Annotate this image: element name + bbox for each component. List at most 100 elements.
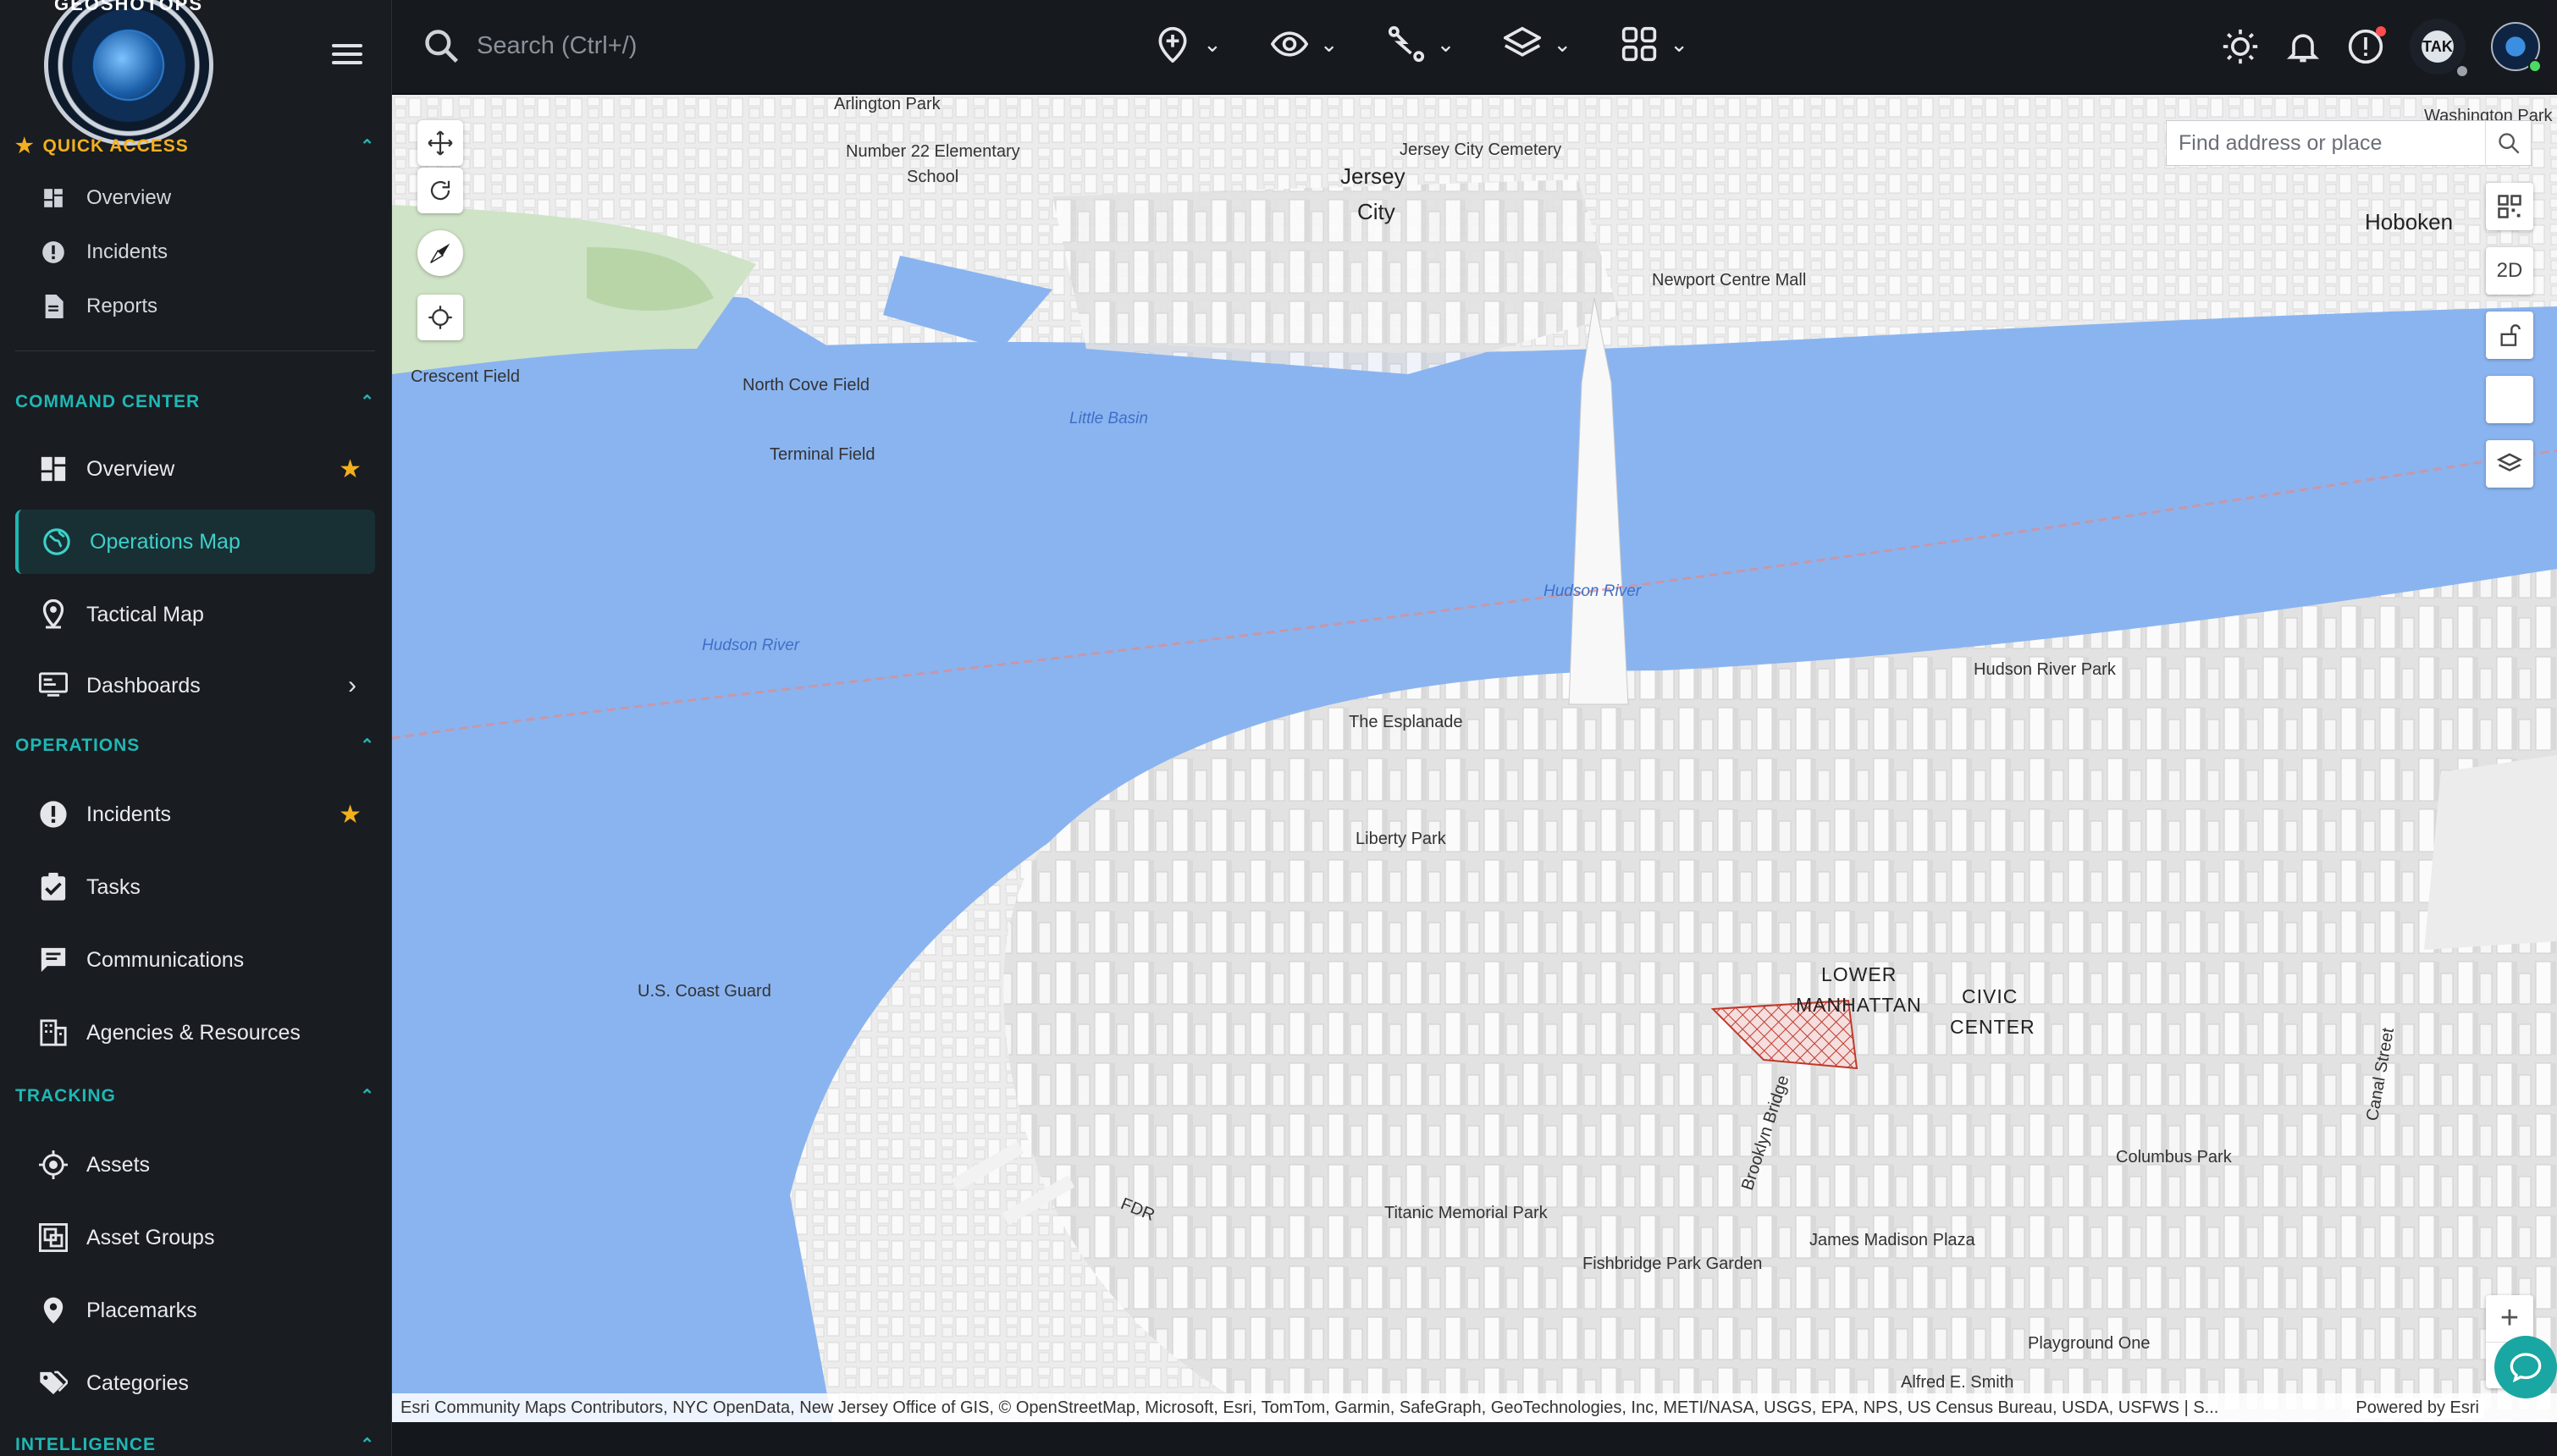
chevron-down-icon: ⌄ [1203,30,1222,57]
crosshair-icon [428,306,452,329]
map-label: CENTER [1950,1016,2035,1038]
crosshair-icon [39,1150,68,1179]
nav-dashboards[interactable]: Dashboards › [15,654,375,718]
tak-button[interactable]: TAK [2410,19,2469,78]
document-icon [39,292,68,321]
nav-label: Assets [86,1152,151,1177]
section-title: TRACKING [15,1085,116,1106]
unlock-button[interactable] [2486,312,2533,359]
message-icon [39,946,68,974]
find-address-input[interactable]: Find address or place [2166,120,2532,166]
chevron-up-icon[interactable]: ⌃ [360,391,375,412]
quick-item-overview[interactable]: Overview [15,173,375,223]
map-label: Hudson River [702,637,800,654]
map-label: Little Basin [1069,410,1148,427]
map-label: Jersey [1340,163,1406,189]
top-bar: Search (Ctrl+/) ⌄ ⌄ ⌄ ⌄ ⌄ TAK [392,0,2557,95]
menu-toggle-icon[interactable] [332,44,362,69]
nav-tactical-map[interactable]: Tactical Map [15,582,375,647]
layers-icon [2497,453,2522,472]
alerts-button[interactable] [2347,26,2386,65]
map-pin-icon [39,599,68,629]
route-tool[interactable]: ⌄ [1388,25,1455,63]
qr-code-button[interactable] [2486,183,2533,230]
section-title: OPERATIONS [15,735,141,755]
alert-circle-icon [39,238,68,267]
star-icon: ★ [15,135,35,157]
quick-item-reports[interactable]: Reports [15,281,375,332]
nav-label: Dashboards [86,673,201,698]
map-view[interactable]: Arlington Park Number 22 Elementary Scho… [392,95,2557,1422]
map-tools: ⌄ ⌄ ⌄ ⌄ ⌄ [1154,25,1688,63]
alert-circle-icon [39,800,68,829]
layers-tool[interactable]: ⌄ [1504,25,1571,63]
nav-label: Operations Map [90,529,240,554]
star-icon[interactable]: ★ [339,455,362,484]
nav-assets[interactable]: Assets [15,1133,375,1197]
map-label: Alfred E. Smith [1901,1373,2014,1392]
zoom-in-button[interactable]: + [2486,1295,2533,1342]
compass-button[interactable] [417,230,463,276]
brightness-icon[interactable] [2222,28,2259,65]
nav-incidents[interactable]: Incidents ★ [15,782,375,847]
chevron-down-icon: ⌄ [1436,30,1455,57]
app-logo[interactable]: GEOSHOTOPS [44,0,213,146]
avatar[interactable] [2491,22,2542,73]
locate-button[interactable] [417,295,463,340]
view-mode-toggle[interactable]: 2D [2486,247,2533,295]
nav-label: Communications [86,947,245,972]
star-icon[interactable]: ★ [339,800,362,830]
dashboard-icon [39,184,68,212]
chevron-up-icon[interactable]: ⌃ [360,1085,375,1106]
eye-icon [1270,31,1308,57]
global-search[interactable]: Search (Ctrl+/) [422,27,637,64]
map-label: Jersey City Cemetery [1400,141,1562,159]
map-label: MANHATTAN [1796,994,1922,1016]
tak-label: TAK [2422,37,2453,55]
apps-tool[interactable]: ⌄ [1621,25,1688,63]
map-label: Titanic Memorial Park [1384,1204,1548,1222]
nav-label: Agencies & Resources [86,1020,301,1045]
chevron-up-icon[interactable]: ⌃ [360,1434,375,1455]
map-label: Number 22 Elementary [846,142,1020,161]
globe-icon [95,31,163,99]
chevron-right-icon[interactable]: › [348,671,356,700]
intelligence-header[interactable]: INTELLIGENCE ⌃ [15,1434,375,1455]
pan-tool-button[interactable] [417,120,463,166]
tracking-header[interactable]: TRACKING ⌃ [15,1085,375,1106]
chevron-up-icon[interactable]: ⌃ [360,135,375,157]
search-icon [425,30,459,63]
find-search-button[interactable] [2485,120,2531,166]
map-label: U.S. Coast Guard [638,982,771,1001]
visibility-tool[interactable]: ⌄ [1270,25,1339,63]
add-location-tool[interactable]: ⌄ [1154,25,1222,63]
nav-communications[interactable]: Communications [15,928,375,992]
basemap-layers-button[interactable] [2486,440,2533,488]
quick-item-incidents[interactable]: Incidents [15,227,375,278]
quick-item-label: Reports [86,295,158,317]
find-placeholder: Find address or place [2179,130,2383,155]
online-status-indicator [2528,59,2542,73]
nav-placemarks[interactable]: Placemarks [15,1278,375,1343]
command-center-header[interactable]: COMMAND CENTER ⌃ [15,391,375,412]
dashboard-icon [39,455,68,483]
bell-icon[interactable] [2284,28,2322,65]
nav-tasks[interactable]: Tasks [15,855,375,919]
nav-categories[interactable]: Categories [15,1351,375,1415]
blank-map-button[interactable] [2486,376,2533,423]
chat-button[interactable] [2494,1336,2557,1398]
nav-operations-map[interactable]: Operations Map [15,510,375,574]
nav-overview[interactable]: Overview ★ [15,437,375,501]
map-label: Crescent Field [411,367,520,386]
nav-asset-groups[interactable]: Asset Groups [15,1205,375,1270]
quick-access-header[interactable]: ★ QUICK ACCESS ⌃ [15,134,375,158]
map-label: LOWER [1821,963,1897,985]
nav-agencies[interactable]: Agencies & Resources [15,1001,375,1065]
rotate-tool-button[interactable] [417,168,463,213]
map-label: Fishbridge Park Garden [1582,1255,1763,1273]
map-label: Arlington Park [834,95,941,113]
nav-label: Incidents [86,802,172,826]
chevron-up-icon[interactable]: ⌃ [360,735,375,756]
map-label: James Madison Plaza [1809,1231,1975,1249]
operations-header[interactable]: OPERATIONS ⌃ [15,735,375,756]
